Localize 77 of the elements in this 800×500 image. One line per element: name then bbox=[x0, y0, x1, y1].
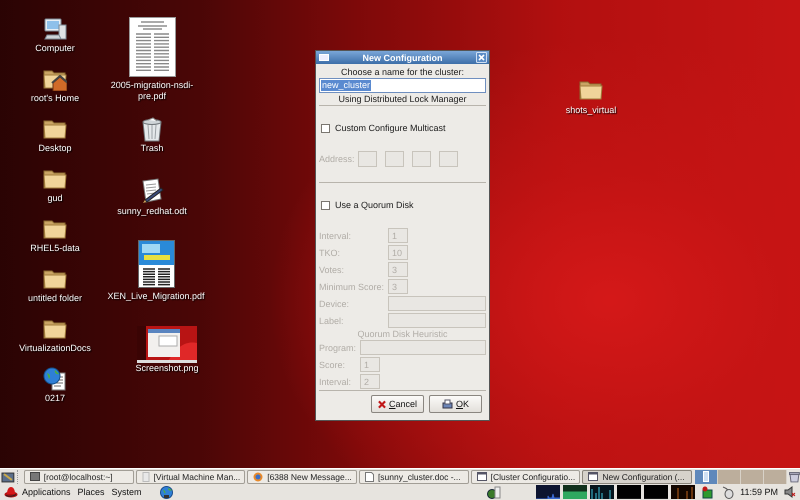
icon-label[interactable]: sunny_redhat.odt bbox=[117, 206, 187, 217]
field-label: Program: bbox=[319, 342, 358, 352]
system-monitor-graph[interactable] bbox=[671, 485, 696, 499]
icon-label[interactable]: Computer bbox=[35, 43, 75, 54]
icon-label[interactable]: 2005-migration-nsdi-pre.pdf bbox=[104, 80, 200, 102]
trash-icon[interactable] bbox=[789, 470, 800, 482]
browser-icon bbox=[253, 472, 264, 482]
address-octet-field[interactable] bbox=[412, 151, 431, 167]
cross-icon bbox=[378, 400, 386, 408]
document-icon bbox=[364, 472, 374, 482]
checkbox[interactable] bbox=[321, 200, 330, 210]
icon-label[interactable]: XEN_Live_Migration.pdf bbox=[107, 291, 205, 302]
system-monitor-graph[interactable] bbox=[563, 485, 588, 499]
workspace-button[interactable] bbox=[695, 470, 718, 484]
taskbar-button[interactable]: [root@localhost:~] bbox=[24, 470, 134, 484]
ok-button[interactable]: OK bbox=[429, 395, 482, 413]
menu-item[interactable]: Applications bbox=[22, 487, 71, 497]
system-monitor-graph[interactable] bbox=[590, 485, 614, 499]
cancel-button[interactable]: Cancel bbox=[371, 395, 424, 413]
mouse-icon[interactable] bbox=[722, 486, 734, 498]
field-label: Label: bbox=[319, 316, 345, 326]
taskbar-button[interactable]: New Configuration (... bbox=[582, 470, 692, 484]
icon-label[interactable]: Desktop bbox=[38, 143, 72, 154]
icon-label[interactable]: RHEL5-data bbox=[30, 243, 80, 254]
checkbox-label[interactable]: Custom Configure Multicast bbox=[335, 123, 446, 133]
taskbar-button[interactable]: [6388 New Message... bbox=[247, 470, 357, 484]
icon-label[interactable]: gud bbox=[47, 193, 63, 204]
terminal-icon bbox=[30, 472, 40, 481]
icon-label[interactable]: Screenshot.png bbox=[135, 363, 199, 374]
icon-label[interactable]: untitled folder bbox=[28, 293, 82, 304]
volume-icon[interactable] bbox=[784, 486, 796, 498]
icon-label[interactable]: root's Home bbox=[30, 93, 80, 104]
menu-item[interactable]: System bbox=[112, 487, 142, 497]
close-icon[interactable] bbox=[476, 52, 487, 63]
icon-label[interactable]: Trash bbox=[140, 143, 164, 154]
window-icon bbox=[476, 472, 487, 481]
globe-document-icon bbox=[43, 367, 67, 391]
address-octet-field[interactable] bbox=[358, 151, 377, 167]
icon-label[interactable]: VirtualizationDocs bbox=[19, 343, 91, 354]
address-octet-field[interactable] bbox=[385, 151, 404, 167]
window-icon bbox=[588, 472, 598, 481]
icon-label[interactable]: shots_virtual bbox=[566, 105, 616, 116]
app-icon bbox=[142, 472, 150, 482]
field-label: Interval: bbox=[319, 376, 352, 386]
clock[interactable]: 11:59 PM bbox=[740, 487, 778, 497]
taskbar-button[interactable]: [sunny_cluster.doc -... bbox=[358, 470, 469, 484]
field-label: Votes: bbox=[319, 264, 346, 274]
hat-logo-icon[interactable] bbox=[4, 486, 18, 498]
computer-icon bbox=[43, 17, 67, 41]
menu-item[interactable]: Places bbox=[78, 487, 105, 497]
show-desktop-icon[interactable] bbox=[1, 470, 15, 484]
field-label: Minimum Score: bbox=[319, 282, 386, 292]
system-monitor-graph[interactable] bbox=[644, 485, 668, 499]
lock-manager-label: Using Distributed Lock Manager bbox=[337, 93, 468, 105]
trash-icon bbox=[140, 117, 164, 142]
cluster-name-field[interactable]: new_cluster bbox=[319, 78, 486, 93]
checkbox-label[interactable]: Use a Quorum Disk bbox=[335, 200, 414, 210]
field-label: Device: bbox=[319, 298, 350, 308]
system-monitor-graph[interactable] bbox=[536, 485, 560, 499]
address-octet-field[interactable] bbox=[439, 151, 458, 167]
document-thumbnail bbox=[138, 240, 174, 288]
address-label: Address: bbox=[319, 154, 356, 164]
printer-icon bbox=[442, 399, 453, 409]
checkbox[interactable] bbox=[321, 124, 330, 132]
document-thumbnail bbox=[128, 17, 176, 77]
icon-label[interactable]: 0217 bbox=[44, 393, 66, 404]
window-title: New Configuration bbox=[362, 52, 442, 62]
taskbar-button[interactable]: [Cluster Configuratio... bbox=[470, 470, 580, 484]
field-label: TKO: bbox=[319, 248, 342, 258]
prompt-label: Choose a name for the cluster: bbox=[340, 66, 466, 78]
system-monitor-graph[interactable] bbox=[617, 485, 642, 499]
taskbar-button[interactable]: [Virtual Machine Man... bbox=[136, 470, 246, 484]
field-label: Score: bbox=[319, 360, 346, 370]
package-icon[interactable] bbox=[701, 486, 714, 498]
field-label: Interval: bbox=[319, 230, 352, 240]
network-globe-icon[interactable] bbox=[160, 486, 173, 498]
section-heading: Quorum Disk Heuristic bbox=[356, 329, 449, 339]
